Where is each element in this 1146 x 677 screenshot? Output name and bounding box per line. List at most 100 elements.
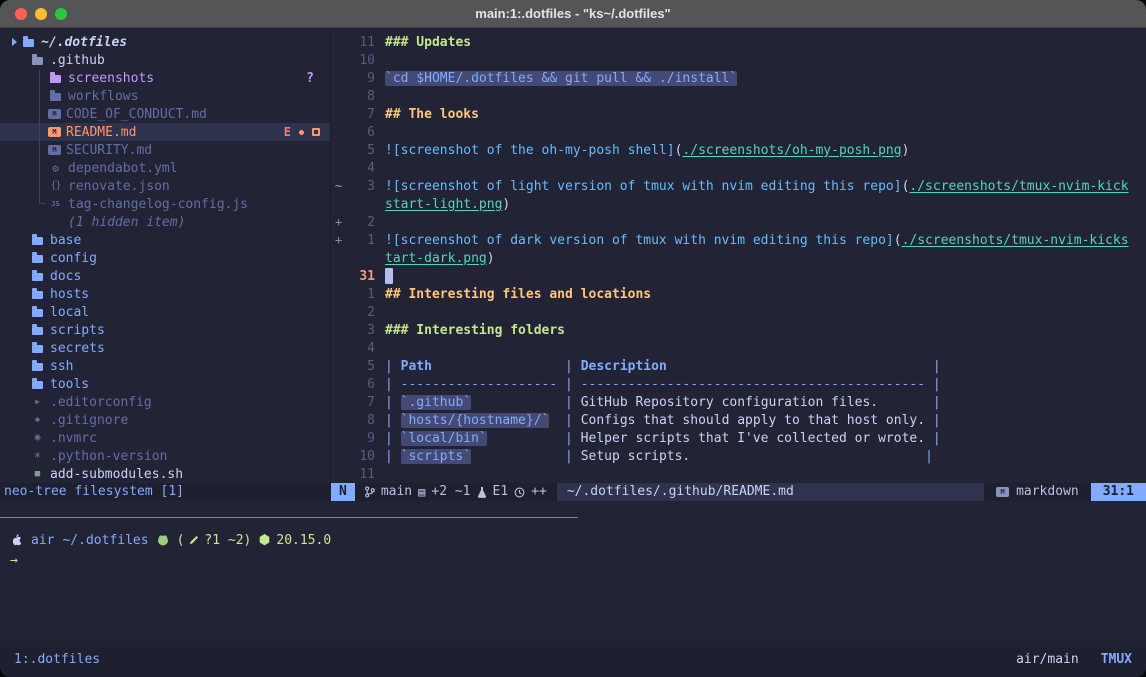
play-icon bbox=[30, 396, 45, 408]
buffer-icon bbox=[418, 483, 425, 502]
line-text: ## Interesting files and locations bbox=[385, 287, 651, 302]
tree-item-label: workflows bbox=[68, 89, 138, 104]
editor-line[interactable]: 6 bbox=[331, 123, 1146, 141]
tree-item-1-hidden-item[interactable]: (1 hidden item) bbox=[0, 213, 330, 231]
editor-line[interactable]: 3### Interesting folders bbox=[331, 321, 1146, 339]
line-number: 1 bbox=[347, 287, 375, 302]
folder-icon bbox=[30, 324, 45, 336]
gutter-sign: ~ bbox=[331, 179, 347, 193]
editor-line[interactable]: 5![screenshot of the oh-my-posh shell](.… bbox=[331, 141, 1146, 159]
tree-item-docs[interactable]: docs bbox=[0, 267, 330, 285]
tree-item-label: base bbox=[50, 233, 81, 248]
tree-item-tools[interactable]: tools bbox=[0, 375, 330, 393]
terminal-pane[interactable]: air ~/.dotfiles ( ?1 ~2) 20.15.0 → bbox=[0, 501, 1146, 641]
line-number: 5 bbox=[347, 359, 375, 374]
editor-line[interactable]: +2 bbox=[331, 213, 1146, 231]
git-dirty-counts: ?1 ~2) bbox=[204, 533, 251, 548]
markdown-file-icon bbox=[48, 127, 61, 137]
tree-item-secrets[interactable]: secrets bbox=[0, 339, 330, 357]
editor-line[interactable]: ~3![screenshot of light version of tmux … bbox=[331, 177, 1146, 195]
tree-item-dotfiles[interactable]: ~/.dotfiles bbox=[0, 33, 330, 51]
tree-item-config[interactable]: config bbox=[0, 249, 330, 267]
tree-item-label: .gitignore bbox=[50, 413, 128, 428]
tree-item-python-version[interactable]: .python-version bbox=[0, 447, 330, 465]
statusline-extra: ++ bbox=[531, 483, 547, 501]
tree-item-local[interactable]: local bbox=[0, 303, 330, 321]
editor-line[interactable]: 31 bbox=[331, 267, 1146, 285]
nvim-pane: ~/.dotfiles .githubscreenshots? workflowsC… bbox=[0, 28, 1146, 483]
tree-item-hosts[interactable]: hosts bbox=[0, 285, 330, 303]
tree-item-editorconfig[interactable]: .editorconfig bbox=[0, 393, 330, 411]
nodejs-icon bbox=[259, 534, 270, 546]
minimize-button[interactable] bbox=[35, 8, 47, 20]
editor-line[interactable]: 1 ## Interesting files and locations bbox=[331, 285, 1146, 303]
branch-name: main bbox=[381, 483, 412, 501]
line-number: 4 bbox=[347, 161, 375, 176]
tree-item-gitignore[interactable]: .gitignore bbox=[0, 411, 330, 429]
editor-line[interactable]: 10 bbox=[331, 51, 1146, 69]
tree-item-github[interactable]: .github bbox=[0, 51, 330, 69]
js-icon bbox=[48, 198, 63, 210]
editor-line[interactable]: tart-dark.png) bbox=[331, 249, 1146, 267]
folder-icon bbox=[30, 342, 45, 354]
editor[interactable]: 11### Updates 109`cd $HOME/.dotfiles && g… bbox=[331, 28, 1146, 483]
tree-item-label: .github bbox=[50, 53, 105, 68]
line-text: ![screenshot of light version of tmux wi… bbox=[385, 179, 1129, 194]
tree-item-ssh[interactable]: ssh bbox=[0, 357, 330, 375]
filetype-section: markdown bbox=[984, 483, 1091, 501]
tree-item-workflows[interactable]: workflows bbox=[0, 87, 330, 105]
error-badge: E bbox=[284, 125, 291, 139]
editor-line[interactable]: +1![screenshot of dark version of tmux w… bbox=[331, 231, 1146, 249]
editor-line[interactable]: 9| `local/bin` | Helper scripts that I'v… bbox=[331, 429, 1146, 447]
editor-line[interactable]: 11### Updates bbox=[331, 33, 1146, 51]
gutter-sign: + bbox=[331, 233, 347, 247]
tree-item-add-submodules-sh[interactable]: add-submodules.sh bbox=[0, 465, 330, 483]
tmux-right-section: air/main TMUX bbox=[1016, 652, 1132, 667]
editor-line[interactable]: 6| -------------------- | --------------… bbox=[331, 375, 1146, 393]
zoom-button[interactable] bbox=[55, 8, 67, 20]
editor-line[interactable]: 4 bbox=[331, 159, 1146, 177]
editor-line[interactable]: start-light.png) bbox=[331, 195, 1146, 213]
line-number: 5 bbox=[347, 143, 375, 158]
line-number: 6 bbox=[347, 377, 375, 392]
flask-icon bbox=[477, 486, 487, 498]
line-number: 10 bbox=[347, 53, 375, 68]
traffic-lights bbox=[15, 0, 67, 27]
tree-item-tag-changelog-config-js[interactable]: tag-changelog-config.js bbox=[0, 195, 330, 213]
line-text: start-light.png) bbox=[385, 197, 510, 212]
command-input-line[interactable]: → bbox=[10, 553, 18, 571]
line-text: tart-dark.png) bbox=[385, 251, 495, 266]
markdown-file-icon bbox=[48, 145, 61, 155]
markdown-icon bbox=[996, 487, 1009, 497]
tmux-window-name[interactable]: 1:.dotfiles bbox=[14, 652, 100, 667]
editor-line[interactable]: 10| `scripts` | Setup scripts. | bbox=[331, 447, 1146, 465]
window-title: main:1:.dotfiles - "ks~/.dotfiles" bbox=[475, 6, 670, 21]
editor-line[interactable]: 2 bbox=[331, 303, 1146, 321]
tree-item-code-of-conduct-md[interactable]: CODE_OF_CONDUCT.md bbox=[0, 105, 330, 123]
editor-line[interactable]: 9`cd $HOME/.dotfiles && git pull && ./in… bbox=[331, 69, 1146, 87]
tree-item-screenshots[interactable]: screenshots? bbox=[0, 69, 330, 87]
statusline: neo-tree filesystem [1] N main +2 ~1 E1 … bbox=[0, 483, 1146, 501]
folder-icon bbox=[48, 72, 63, 84]
editor-line[interactable]: 7## The looks bbox=[331, 105, 1146, 123]
tree-item-dependabot-yml[interactable]: dependabot.yml bbox=[0, 159, 330, 177]
line-text: `cd $HOME/.dotfiles && git pull && ./ins… bbox=[385, 71, 737, 86]
tree-item-security-md[interactable]: SECURITY.md bbox=[0, 141, 330, 159]
editor-line[interactable]: 7| `.github` | GitHub Repository configu… bbox=[331, 393, 1146, 411]
editor-line[interactable]: 8| `hosts/{hostname}/` | Configs that sh… bbox=[331, 411, 1146, 429]
tree-item-readme-md[interactable]: README.mdE bbox=[0, 123, 330, 141]
folder-icon bbox=[30, 54, 45, 66]
tree-item-base[interactable]: base bbox=[0, 231, 330, 249]
editor-lines: 11### Updates 109`cd $HOME/.dotfiles && g… bbox=[331, 33, 1146, 483]
git-paren-open: ( bbox=[177, 533, 185, 548]
editor-line[interactable]: 11 bbox=[331, 465, 1146, 483]
tree-item-label: (1 hidden item) bbox=[68, 215, 185, 230]
close-button[interactable] bbox=[15, 8, 27, 20]
tree-item-nvmrc[interactable]: .nvmrc bbox=[0, 429, 330, 447]
tree-item-scripts[interactable]: scripts bbox=[0, 321, 330, 339]
editor-line[interactable]: 4 bbox=[331, 339, 1146, 357]
tree-item-label: dependabot.yml bbox=[68, 161, 178, 176]
tree-item-renovate-json[interactable]: renovate.json bbox=[0, 177, 330, 195]
editor-line[interactable]: 8 bbox=[331, 87, 1146, 105]
editor-line[interactable]: 5| Path | Description | bbox=[331, 357, 1146, 375]
